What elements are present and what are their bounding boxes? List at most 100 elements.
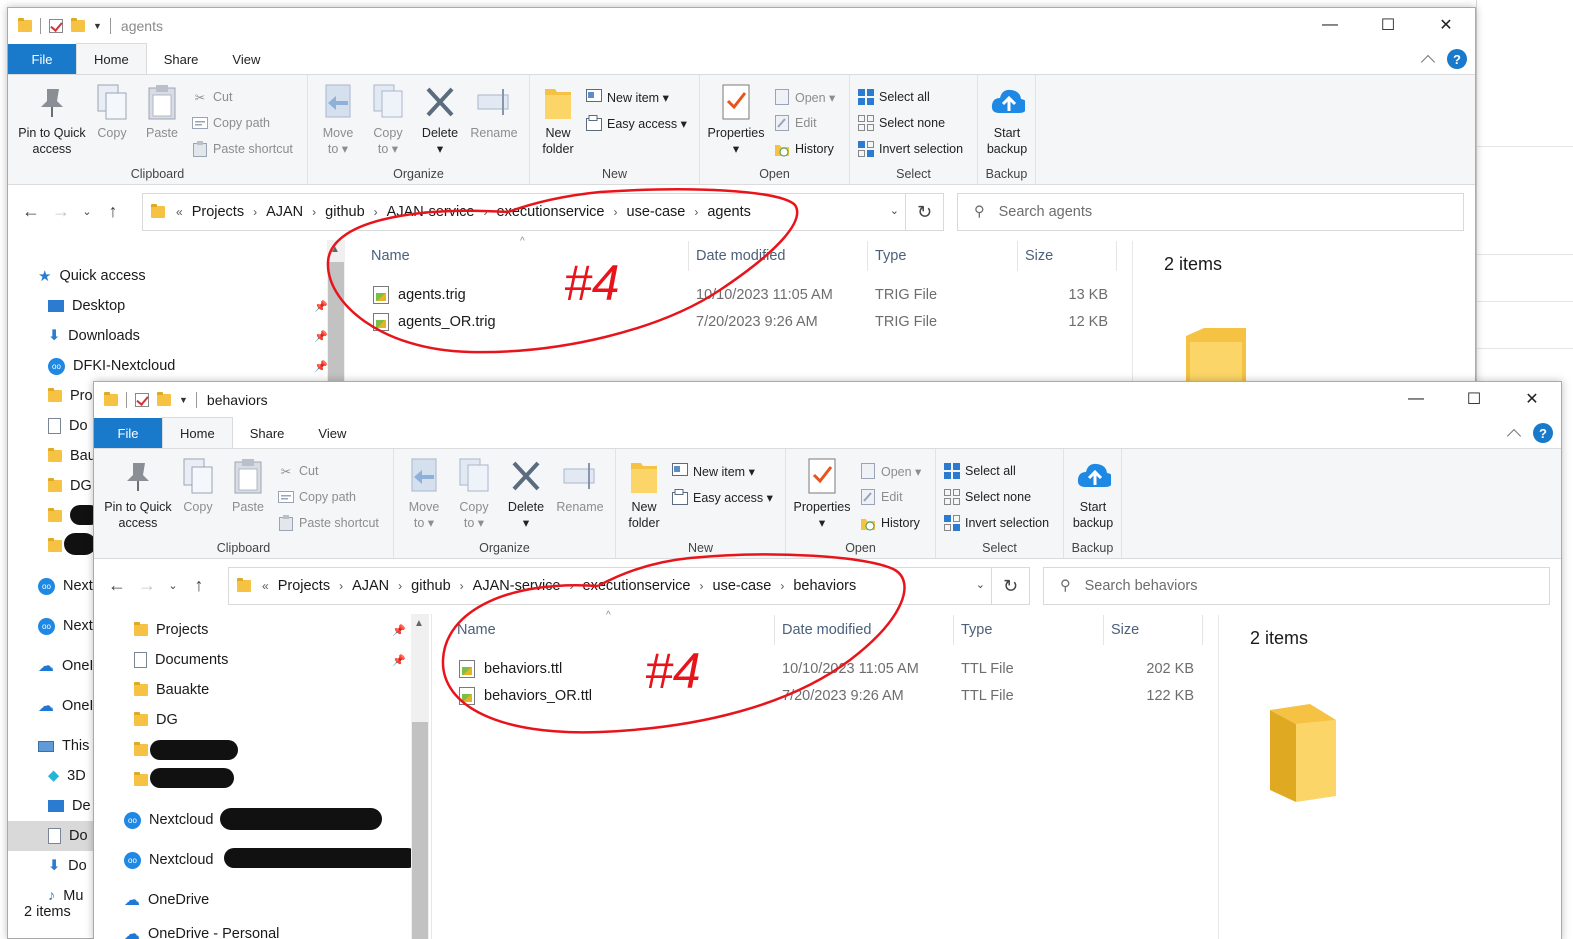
select-all-button[interactable]: Select all xyxy=(858,85,930,109)
nav-item[interactable]: ⬇ Do xyxy=(48,851,87,881)
close-button[interactable]: ✕ xyxy=(1503,382,1561,416)
copy-path-button[interactable]: Copy path xyxy=(278,485,356,509)
forward-arrow-icon[interactable]: → xyxy=(46,201,76,222)
scrollbar-thumb[interactable] xyxy=(412,722,428,939)
help-icon[interactable]: ? xyxy=(1533,423,1553,443)
select-none-button[interactable]: Select none xyxy=(944,485,1031,509)
nav-item[interactable] xyxy=(48,501,70,531)
breadcrumb-item[interactable]: Projects xyxy=(272,578,336,594)
properties-button[interactable]: Properties ▾ xyxy=(704,83,768,157)
file-row[interactable]: behaviors_OR.ttl 7/20/2023 9:26 AM TTL F… xyxy=(459,682,1199,709)
copy-button[interactable]: Copy xyxy=(92,83,132,141)
properties-check-icon[interactable] xyxy=(49,19,63,33)
close-button[interactable]: ✕ xyxy=(1417,8,1475,42)
breadcrumb-overflow[interactable]: « xyxy=(173,205,186,219)
history-button[interactable]: History xyxy=(860,511,920,535)
up-arrow-icon[interactable]: ↑ xyxy=(184,575,214,596)
breadcrumb-item[interactable]: AJAN-service xyxy=(381,204,481,220)
scroll-up-icon[interactable]: ▲ xyxy=(330,244,340,255)
nav-item-selected[interactable]: Do xyxy=(8,821,98,851)
copy-button[interactable]: Copy xyxy=(178,457,218,515)
search-input[interactable]: Search agents xyxy=(999,204,1093,220)
back-arrow-icon[interactable]: ← xyxy=(102,575,132,596)
history-button[interactable]: History xyxy=(774,137,834,161)
tab-home[interactable]: Home xyxy=(162,417,233,448)
tab-view[interactable]: View xyxy=(215,44,277,74)
nav-item[interactable]: De xyxy=(48,791,91,821)
nav-item[interactable]: oo Next xyxy=(38,571,93,601)
breadcrumb-item[interactable]: use-case xyxy=(621,204,692,220)
paste-button[interactable]: Paste xyxy=(228,457,268,515)
breadcrumb-item[interactable]: AJAN xyxy=(346,578,395,594)
nav-item[interactable]: ☁ OneDrive - Personal xyxy=(124,919,279,939)
nav-scrollbar[interactable]: ▲ xyxy=(411,614,429,939)
new-folder-button[interactable]: New folder xyxy=(534,83,582,157)
properties-check-icon[interactable] xyxy=(135,393,149,407)
tab-file[interactable]: File xyxy=(94,418,162,448)
nav-item[interactable]: DG xyxy=(134,705,178,735)
nav-item[interactable]: This xyxy=(38,731,89,761)
pin-to-quick-access-button[interactable]: Pin to Quick access xyxy=(100,457,176,531)
column-header-name[interactable]: Name xyxy=(371,241,410,271)
open-button[interactable]: Open ▾ xyxy=(774,85,835,109)
recent-locations-icon[interactable]: ⌄ xyxy=(162,579,184,592)
scrollbar-thumb[interactable] xyxy=(328,262,344,390)
nav-scrollbar[interactable]: ▲ xyxy=(327,240,345,390)
customize-dropdown-icon[interactable]: ▼ xyxy=(93,21,102,31)
column-header-date[interactable]: Date modified xyxy=(696,241,785,271)
pin-to-quick-access-button[interactable]: Pin to Quick access xyxy=(14,83,90,157)
file-row[interactable]: behaviors.ttl 10/10/2023 11:05 AM TTL Fi… xyxy=(459,655,1199,682)
breadcrumb-item[interactable]: use-case xyxy=(707,578,778,594)
breadcrumb-item[interactable]: github xyxy=(405,578,457,594)
delete-button[interactable]: Delete ▾ xyxy=(418,83,462,157)
column-header-type[interactable]: Type xyxy=(875,241,906,271)
refresh-icon[interactable]: ↻ xyxy=(991,568,1029,604)
maximize-button[interactable]: ☐ xyxy=(1359,8,1417,42)
cut-button[interactable]: ✂ Cut xyxy=(278,459,319,483)
copy-to-button[interactable]: Copy to ▾ xyxy=(454,457,494,531)
maximize-button[interactable]: ☐ xyxy=(1445,382,1503,416)
open-button[interactable]: Open ▾ xyxy=(860,459,921,483)
customize-dropdown-icon[interactable]: ▼ xyxy=(179,395,188,405)
move-to-button[interactable]: Move to ▾ xyxy=(404,457,444,531)
edit-button[interactable]: Edit xyxy=(860,485,903,509)
address-bar[interactable]: « Projects › AJAN › github › AJAN-service › … xyxy=(228,567,1030,605)
nav-item[interactable]: Bauakte xyxy=(134,675,209,705)
nav-item[interactable]: DG xyxy=(48,471,92,501)
new-folder-icon[interactable] xyxy=(71,18,85,32)
new-item-button[interactable]: New item ▾ xyxy=(586,85,669,109)
recent-locations-icon[interactable]: ⌄ xyxy=(76,205,98,218)
refresh-icon[interactable]: ↻ xyxy=(905,194,943,230)
search-input[interactable]: Search behaviors xyxy=(1085,578,1198,594)
nav-item[interactable]: ◆ 3D xyxy=(48,761,86,791)
easy-access-button[interactable]: Easy access ▾ xyxy=(672,485,773,509)
collapse-ribbon-icon[interactable] xyxy=(1506,428,1522,444)
search-box[interactable]: ⚲ Search agents xyxy=(957,193,1464,231)
new-folder-button[interactable]: New folder xyxy=(620,457,668,531)
breadcrumb-item[interactable]: AJAN xyxy=(260,204,309,220)
help-icon[interactable]: ? xyxy=(1447,49,1467,69)
copy-to-button[interactable]: Copy to ▾ xyxy=(368,83,408,157)
rename-button[interactable]: Rename xyxy=(468,83,520,141)
file-row[interactable]: agents.trig 10/10/2023 11:05 AM TRIG Fil… xyxy=(373,281,1113,308)
nav-item[interactable]: oo Nextcloud xyxy=(124,805,213,835)
invert-selection-button[interactable]: Invert selection xyxy=(858,137,963,161)
rename-button[interactable]: Rename xyxy=(554,457,606,515)
forward-arrow-icon[interactable]: → xyxy=(132,575,162,596)
collapse-ribbon-icon[interactable] xyxy=(1420,54,1436,70)
new-folder-icon[interactable] xyxy=(157,392,171,406)
delete-button[interactable]: Delete ▾ xyxy=(504,457,548,531)
easy-access-button[interactable]: Easy access ▾ xyxy=(586,111,687,135)
up-arrow-icon[interactable]: ↑ xyxy=(98,201,128,222)
breadcrumb-item[interactable]: behaviors xyxy=(787,578,862,594)
nav-item[interactable]: ⬇ Downloads 📌 xyxy=(48,321,328,351)
nav-item[interactable]: ★ Quick access xyxy=(38,261,146,291)
nav-item[interactable]: Pro xyxy=(48,381,93,411)
nav-item[interactable]: ☁ OneI xyxy=(38,691,93,721)
tab-share[interactable]: Share xyxy=(233,418,302,448)
paste-shortcut-button[interactable]: Paste shortcut xyxy=(192,137,293,161)
nav-item[interactable]: Projects 📌 xyxy=(134,615,406,645)
address-dropdown-icon[interactable]: ⌄ xyxy=(976,578,985,591)
column-header-date[interactable]: Date modified xyxy=(782,615,871,645)
edit-button[interactable]: Edit xyxy=(774,111,817,135)
